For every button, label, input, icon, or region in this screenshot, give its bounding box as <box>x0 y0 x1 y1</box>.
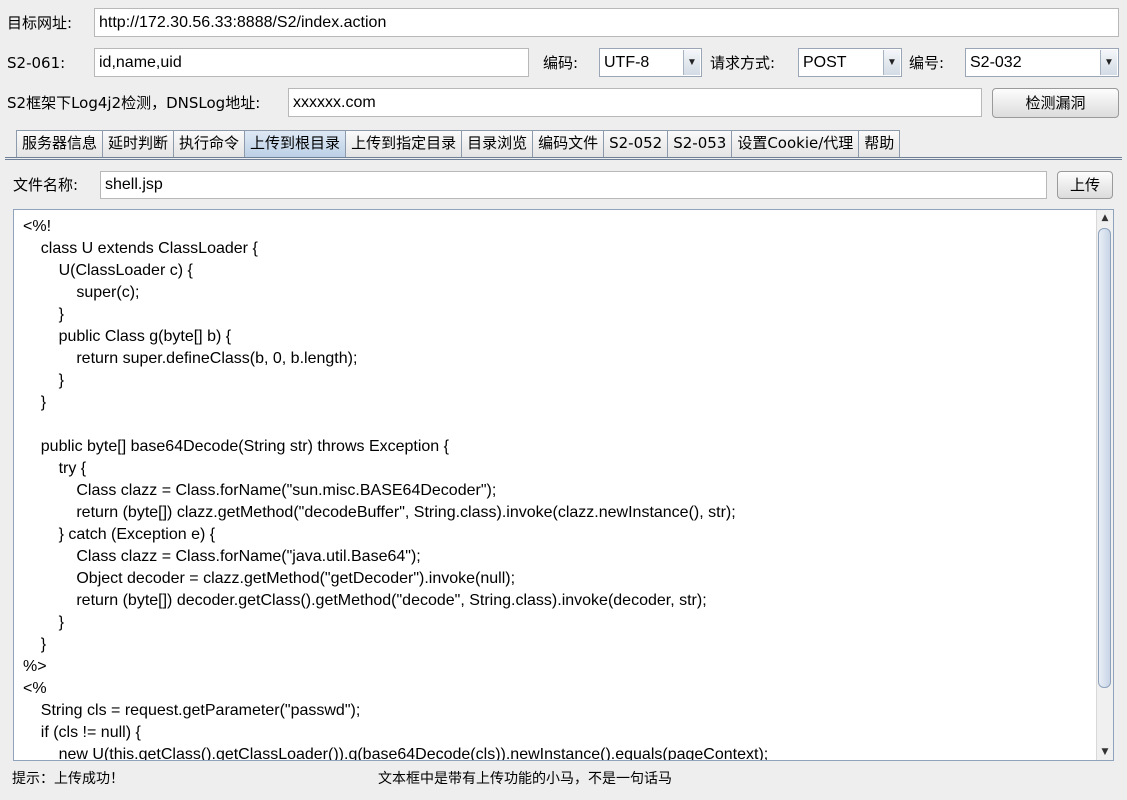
tab-9[interactable]: 设置Cookie/代理 <box>731 130 860 157</box>
tab-2[interactable]: 执行命令 <box>173 130 246 157</box>
vuln-id-label: 编号: <box>909 54 945 72</box>
log4j-label: S2框架下Log4j2检测，DNSLog地址: <box>7 94 261 112</box>
vertical-scrollbar[interactable]: ▲ ▼ <box>1096 210 1113 760</box>
code-editor[interactable]: <%! class U extends ClassLoader { U(Clas… <box>13 209 1114 761</box>
chevron-down-icon[interactable]: ▼ <box>683 50 700 75</box>
vuln-id-select[interactable]: S2-032 ▼ <box>965 48 1119 77</box>
method-select[interactable]: POST ▼ <box>798 48 902 77</box>
code-text[interactable]: <%! class U extends ClassLoader { U(Clas… <box>14 210 1113 760</box>
target-url-label: 目标网址: <box>7 14 73 32</box>
status-message: 提示：上传成功！ <box>12 771 124 787</box>
tab-1[interactable]: 延时判断 <box>102 130 175 157</box>
detect-vuln-button[interactable]: 检测漏洞 <box>992 88 1119 118</box>
method-label: 请求方式: <box>710 54 776 72</box>
s2-061-label: S2-061: <box>7 54 66 72</box>
tab-4[interactable]: 上传到指定目录 <box>345 130 463 157</box>
scrollbar-thumb[interactable] <box>1098 228 1111 688</box>
arrow-down-icon[interactable]: ▼ <box>1097 744 1113 760</box>
tab-0[interactable]: 服务器信息 <box>16 130 104 157</box>
status-hint: 文本框中是带有上传功能的小马，不是一句话马 <box>378 771 672 787</box>
tab-divider-lower <box>5 159 1122 160</box>
arrow-up-icon[interactable]: ▲ <box>1097 210 1113 226</box>
encoding-select[interactable]: UTF-8 ▼ <box>599 48 702 77</box>
tab-6[interactable]: 编码文件 <box>532 130 605 157</box>
tab-10[interactable]: 帮助 <box>858 130 901 157</box>
target-url-input[interactable]: http://172.30.56.33:8888/S2/index.action <box>94 8 1119 37</box>
tab-3[interactable]: 上传到根目录 <box>244 130 347 157</box>
tab-7[interactable]: S2-052 <box>603 130 669 157</box>
tab-8[interactable]: S2-053 <box>667 130 733 157</box>
dnslog-input[interactable]: xxxxxx.com <box>288 88 982 117</box>
tab-5[interactable]: 目录浏览 <box>461 130 534 157</box>
filename-label: 文件名称: <box>13 176 79 194</box>
s2-061-input[interactable]: id,name,uid <box>94 48 529 77</box>
chevron-down-icon[interactable]: ▼ <box>883 50 900 75</box>
chevron-down-icon[interactable]: ▼ <box>1100 50 1117 75</box>
encoding-label: 编码: <box>543 54 579 72</box>
filename-input[interactable]: shell.jsp <box>100 171 1047 199</box>
tab-divider <box>5 157 1122 158</box>
tab-bar: 服务器信息 延时判断 执行命令 上传到根目录 上传到指定目录 目录浏览 编码文件 S2-052… <box>16 130 901 157</box>
upload-button[interactable]: 上传 <box>1057 171 1113 199</box>
vuln-id-value: S2-032 <box>970 54 1022 71</box>
